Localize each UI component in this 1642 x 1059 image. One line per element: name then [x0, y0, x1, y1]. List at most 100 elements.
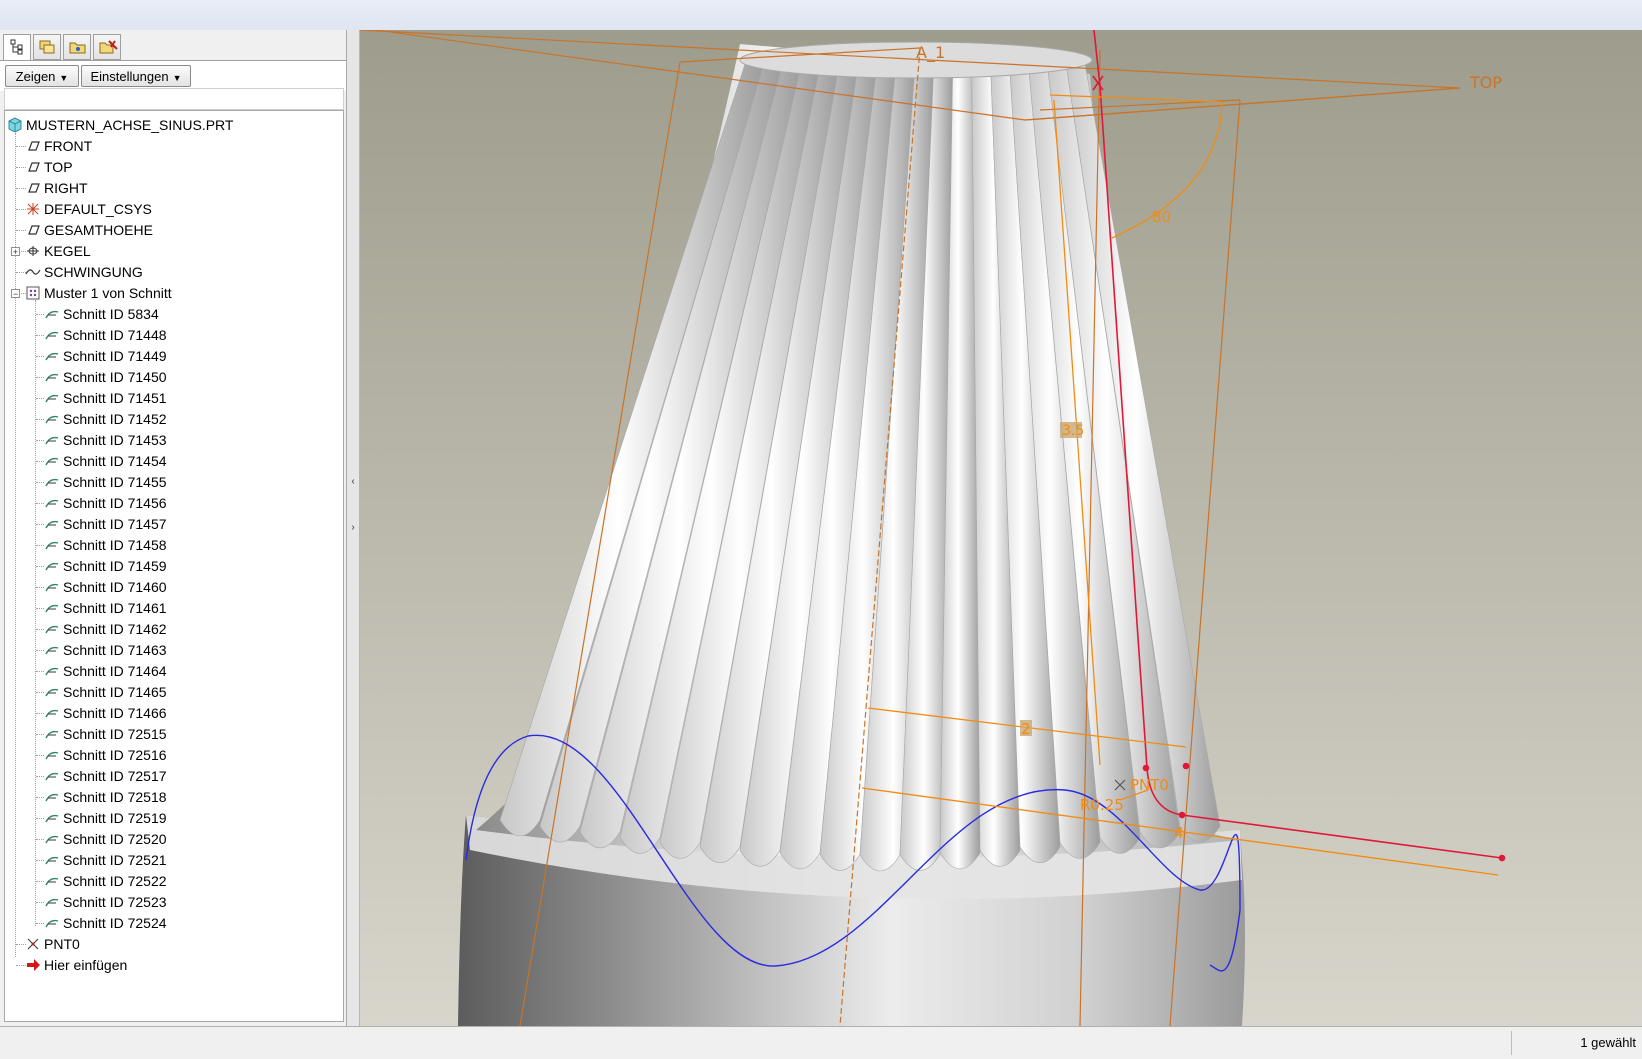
cut-icon	[45, 751, 59, 760]
tab-favorites[interactable]	[93, 34, 121, 60]
tree-line	[36, 545, 44, 546]
tree-item-cut[interactable]: Schnitt ID 72521	[44, 850, 167, 870]
height-dimension[interactable]: 3.5	[1062, 423, 1084, 439]
tree-item-cut[interactable]: Schnitt ID 71463	[44, 640, 167, 660]
tree-line	[36, 839, 44, 840]
tree-line	[36, 902, 44, 903]
settings-dropdown[interactable]: Einstellungen ▼	[81, 65, 191, 87]
tree-item-cut[interactable]: Schnitt ID 71465	[44, 682, 167, 702]
tree-item-label: Schnitt ID 72518	[63, 789, 167, 805]
tree-item-front[interactable]: FRONT	[25, 136, 92, 156]
tree-item-label: Schnitt ID 71455	[63, 474, 167, 490]
cut-icon	[45, 499, 59, 508]
tree-root[interactable]: MUSTERN_ACHSE_SINUS.PRT	[7, 115, 233, 135]
tree-item-label: PNT0	[44, 936, 80, 952]
tree-item-hier-einf-gen[interactable]: Hier einfügen	[25, 955, 127, 975]
tree-item-label: DEFAULT_CSYS	[44, 201, 152, 217]
tree-item-cut[interactable]: Schnitt ID 71450	[44, 367, 167, 387]
cut-icon	[45, 604, 59, 613]
tree-item-cut[interactable]: Schnitt ID 71452	[44, 409, 167, 429]
tree-item-label: Schnitt ID 71457	[63, 516, 167, 532]
revolve-icon	[27, 246, 39, 256]
angle-dimension[interactable]: 80	[1152, 208, 1171, 226]
collapse-left-icon[interactable]: ‹	[349, 476, 357, 487]
tree-button-row: Zeigen ▼ Einstellungen ▼	[0, 60, 346, 91]
tree-item-pnt0[interactable]: PNT0	[25, 934, 80, 954]
tree-item-label: Schnitt ID 71461	[63, 600, 167, 616]
tab-model-tree[interactable]	[3, 34, 31, 61]
point-label[interactable]: PNT0	[1130, 776, 1169, 794]
tree-expander[interactable]: +	[11, 247, 20, 257]
tree-item-cut[interactable]: Schnitt ID 72517	[44, 766, 167, 786]
tree-item-muster-1-von-schnitt[interactable]: Muster 1 von Schnitt	[25, 283, 172, 303]
tab-folder[interactable]	[63, 34, 91, 60]
tree-item-cut[interactable]: Schnitt ID 5834	[44, 304, 159, 324]
tree-filter-strip[interactable]	[4, 88, 344, 110]
datum-plane-icon	[28, 141, 40, 151]
tree-item-cut[interactable]: Schnitt ID 71455	[44, 472, 167, 492]
tree-item-cut[interactable]: Schnitt ID 72520	[44, 829, 167, 849]
tree-line	[36, 692, 44, 693]
tree-item-cut[interactable]: Schnitt ID 71460	[44, 577, 167, 597]
width-lower-dimension[interactable]: 4	[1174, 824, 1184, 842]
cut-icon	[45, 877, 59, 886]
tree-item-cut[interactable]: Schnitt ID 72522	[44, 871, 167, 891]
radius-dimension[interactable]: R0.25	[1080, 796, 1124, 814]
cut-icon	[45, 457, 59, 466]
tree-item-cut[interactable]: Schnitt ID 71456	[44, 493, 167, 513]
tree-item-schwingung[interactable]: SCHWINGUNG	[25, 262, 143, 282]
show-dropdown[interactable]: Zeigen ▼	[5, 65, 79, 87]
tree-item-label: Schnitt ID 72521	[63, 852, 167, 868]
tree-item-cut[interactable]: Schnitt ID 71466	[44, 703, 167, 723]
tree-item-cut[interactable]: Schnitt ID 71461	[44, 598, 167, 618]
tree-item-label: Schnitt ID 72517	[63, 768, 167, 784]
tree-line	[36, 755, 44, 756]
expand-right-icon[interactable]: ›	[349, 522, 357, 533]
selection-status: 1 gewählt	[1580, 1035, 1636, 1050]
tree-item-cut[interactable]: Schnitt ID 72519	[44, 808, 167, 828]
tree-line	[36, 818, 44, 819]
tree-item-cut[interactable]: Schnitt ID 72518	[44, 787, 167, 807]
tree-item-cut[interactable]: Schnitt ID 72516	[44, 745, 167, 765]
tree-item-cut[interactable]: Schnitt ID 71448	[44, 325, 167, 345]
tree-item-cut[interactable]: Schnitt ID 71458	[44, 535, 167, 555]
tree-item-label: Hier einfügen	[44, 957, 128, 973]
tree-item-cut[interactable]: Schnitt ID 71451	[44, 388, 167, 408]
tree-item-gesamthoehe[interactable]: GESAMTHOEHE	[25, 220, 153, 240]
tree-item-cut[interactable]: Schnitt ID 72524	[44, 913, 167, 933]
tree-item-label: Schnitt ID 72519	[63, 810, 167, 826]
tree-line	[36, 503, 44, 504]
tree-item-label: Schnitt ID 72520	[63, 831, 167, 847]
panel-splitter[interactable]: ‹ ›	[347, 30, 360, 1026]
tree-item-label: KEGEL	[44, 243, 91, 259]
cut-icon	[45, 709, 59, 718]
tree-item-default-csys[interactable]: DEFAULT_CSYS	[25, 199, 152, 219]
plane-top-label: TOP	[1469, 73, 1502, 92]
tree-item-top[interactable]: TOP	[25, 157, 73, 177]
cut-icon	[45, 814, 59, 823]
tree-item-kegel[interactable]: KEGEL	[25, 241, 91, 261]
tree-item-cut[interactable]: Schnitt ID 71457	[44, 514, 167, 534]
tree-item-label: Schnitt ID 72516	[63, 747, 167, 763]
tree-expander[interactable]: −	[11, 289, 20, 299]
3d-graphics-viewport[interactable]: A_1 TOP 80 3.5 2 4 R0.25 PNT0	[360, 30, 1642, 1026]
tree-item-cut[interactable]: Schnitt ID 71453	[44, 430, 167, 450]
tree-line	[36, 671, 44, 672]
tree-item-cut[interactable]: Schnitt ID 71462	[44, 619, 167, 639]
datum-point-icon	[27, 938, 39, 950]
tree-item-cut[interactable]: Schnitt ID 71454	[44, 451, 167, 471]
show-dropdown-label: Zeigen	[15, 69, 56, 84]
tree-item-label: Schnitt ID 71450	[63, 369, 167, 385]
tree-item-cut[interactable]: Schnitt ID 71449	[44, 346, 167, 366]
cut-icon	[45, 646, 59, 655]
width-upper-dimension[interactable]: 2	[1021, 720, 1031, 738]
cut-icon	[45, 688, 59, 697]
tree-item-cut[interactable]: Schnitt ID 72515	[44, 724, 167, 744]
tree-item-label: Schnitt ID 71462	[63, 621, 167, 637]
tree-item-label: Schnitt ID 71448	[63, 327, 167, 343]
tab-layers[interactable]	[33, 34, 61, 60]
tree-item-right[interactable]: RIGHT	[25, 178, 88, 198]
tree-item-cut[interactable]: Schnitt ID 72523	[44, 892, 167, 912]
tree-item-cut[interactable]: Schnitt ID 71464	[44, 661, 167, 681]
tree-item-cut[interactable]: Schnitt ID 71459	[44, 556, 167, 576]
